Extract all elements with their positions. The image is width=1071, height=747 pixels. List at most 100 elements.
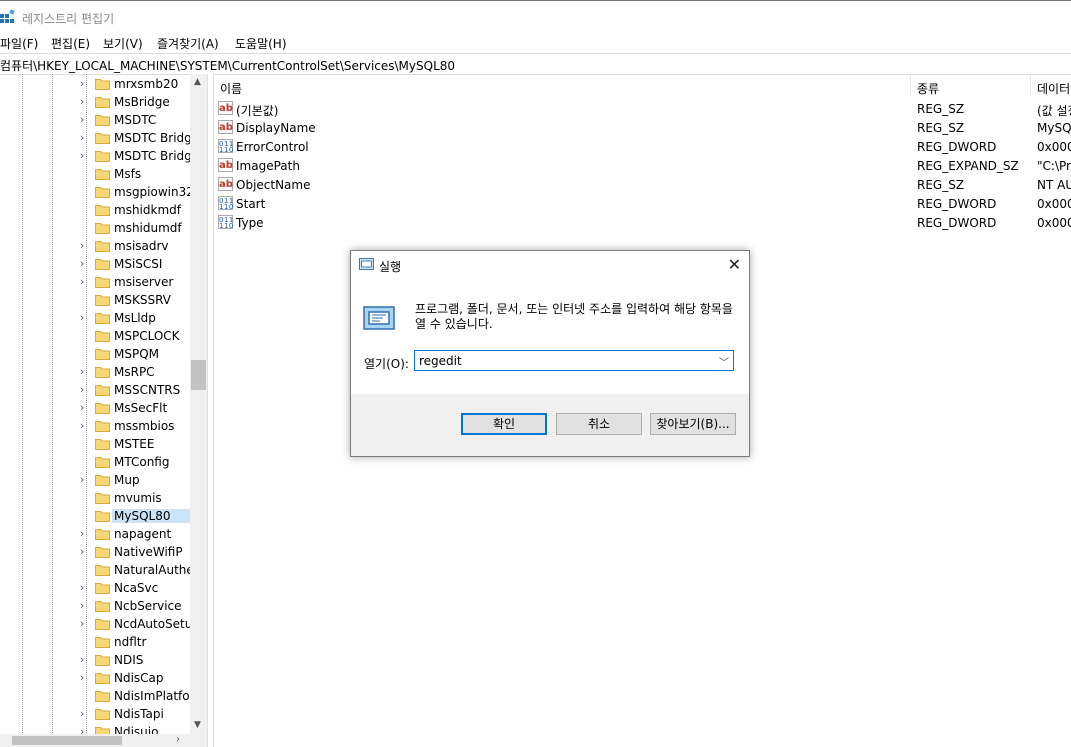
cancel-button[interactable]: 취소 xyxy=(556,413,642,435)
tree-item[interactable]: › NcaSvc xyxy=(0,580,190,598)
tree-item-label: NDIS xyxy=(114,653,144,667)
expand-chevron-icon[interactable]: › xyxy=(80,599,84,612)
scroll-thumb[interactable] xyxy=(191,360,206,390)
tree-item-label: mssmbios xyxy=(114,419,175,433)
column-header-data[interactable]: 데이터 xyxy=(1037,80,1070,97)
expand-chevron-icon[interactable]: › xyxy=(80,149,84,162)
tree-item[interactable]: NdisImPlatform xyxy=(0,688,190,706)
scroll-down-icon[interactable]: ▼ xyxy=(194,720,201,730)
tree-item[interactable]: › NdisCap xyxy=(0,670,190,688)
tree-item[interactable]: › MSiSCSI xyxy=(0,256,190,274)
tree-item[interactable]: msgpiowin32 xyxy=(0,184,190,202)
run-large-icon xyxy=(363,306,395,330)
expand-chevron-icon[interactable]: › xyxy=(80,419,84,432)
tree-item[interactable]: MySQL80 xyxy=(0,508,192,526)
tree-vertical-scrollbar[interactable]: ▲ ▼ xyxy=(190,74,207,734)
tree-item[interactable]: › MsLldp xyxy=(0,310,190,328)
tree-item[interactable]: Msfs xyxy=(0,166,190,184)
menu-edit[interactable]: 편집(E) xyxy=(51,35,90,52)
tree-item[interactable]: MSPQM xyxy=(0,346,190,364)
tree-item[interactable]: › Mup xyxy=(0,472,190,490)
tree-item[interactable]: › msiserver xyxy=(0,274,190,292)
tree-item[interactable]: MSPCLOCK xyxy=(0,328,190,346)
open-input[interactable]: regedit xyxy=(419,354,462,368)
value-row[interactable]: ab(기본값) REG_SZ (값 설정 안 됨) xyxy=(213,100,1071,119)
tree-item[interactable]: › MsSecFlt xyxy=(0,400,190,418)
value-row[interactable]: abImagePath REG_EXPAND_SZ "C:\Program File… xyxy=(213,157,1071,176)
menu-favorites[interactable]: 즐겨찾기(A) xyxy=(157,35,219,52)
tree-item[interactable]: MSTEE xyxy=(0,436,190,454)
tree-item[interactable]: › MSDTC Bridge xyxy=(0,148,190,166)
tree-item[interactable]: › MSDTC xyxy=(0,112,190,130)
expand-chevron-icon[interactable]: › xyxy=(80,77,84,90)
expand-chevron-icon[interactable]: › xyxy=(80,581,84,594)
folder-icon xyxy=(95,475,110,486)
tree-item-label: NcdAutoSetup xyxy=(114,617,190,631)
column-header-type[interactable]: 종류 xyxy=(917,80,939,97)
ok-button[interactable]: 확인 xyxy=(461,413,547,435)
expand-chevron-icon[interactable]: › xyxy=(80,95,84,108)
value-row[interactable]: 011110Type REG_DWORD 0x00000010 (16) xyxy=(213,214,1071,233)
tree-item[interactable]: › NDIS xyxy=(0,652,190,670)
value-row[interactable]: 011110ErrorControl REG_DWORD 0x00000001 (1… xyxy=(213,138,1071,157)
open-combobox[interactable]: regedit ﹀ xyxy=(414,350,734,371)
tree-item[interactable]: MTConfig xyxy=(0,454,190,472)
menu-file[interactable]: 파일(F) xyxy=(0,35,38,52)
tree-horizontal-scrollbar[interactable]: › xyxy=(0,734,207,747)
tree-item[interactable]: › MSDTC Bridge xyxy=(0,130,190,148)
tree-item-label: MSSCNTRS xyxy=(114,383,181,397)
tree-item[interactable]: › MsRPC xyxy=(0,364,190,382)
expand-chevron-icon[interactable]: › xyxy=(80,617,84,630)
tree-item[interactable]: › napagent xyxy=(0,526,190,544)
expand-chevron-icon[interactable]: › xyxy=(80,653,84,666)
value-row[interactable]: abDisplayName REG_SZ MySQL80 xyxy=(213,119,1071,138)
expand-chevron-icon[interactable]: › xyxy=(80,239,84,252)
column-divider[interactable] xyxy=(910,74,911,96)
tree-item[interactable]: MSKSSRV xyxy=(0,292,190,310)
expand-chevron-icon[interactable]: › xyxy=(80,365,84,378)
expand-chevron-icon[interactable]: › xyxy=(80,275,84,288)
value-row[interactable]: abObjectName REG_SZ NT AUTHORITY\NetworkSe… xyxy=(213,176,1071,195)
column-header-name[interactable]: 이름 xyxy=(220,80,242,97)
tree-item[interactable]: › NdisTapi xyxy=(0,706,190,724)
scroll-up-icon[interactable]: ▲ xyxy=(194,77,201,87)
tree-item[interactable]: › MSSCNTRS xyxy=(0,382,190,400)
tree-item[interactable]: › mrxsmb20 xyxy=(0,76,190,94)
expand-chevron-icon[interactable]: › xyxy=(80,473,84,486)
scroll-thumb[interactable] xyxy=(12,736,122,745)
expand-chevron-icon[interactable]: › xyxy=(80,401,84,414)
tree-item[interactable]: › MsBridge xyxy=(0,94,190,112)
chevron-down-icon[interactable]: ﹀ xyxy=(719,354,729,369)
tree-item[interactable]: mshidkmdf xyxy=(0,202,190,220)
value-row[interactable]: 011110Start REG_DWORD 0x00000002 (2) xyxy=(213,195,1071,214)
expand-chevron-icon[interactable]: › xyxy=(80,311,84,324)
address-bar[interactable]: 컴퓨터\HKEY_LOCAL_MACHINE\SYSTEM\CurrentCon… xyxy=(0,53,1071,75)
scroll-right-icon[interactable]: › xyxy=(176,734,180,745)
tree-item[interactable]: ndfltr xyxy=(0,634,190,652)
expand-chevron-icon[interactable]: › xyxy=(80,113,84,126)
tree-item[interactable]: NaturalAuthentication xyxy=(0,562,190,580)
expand-chevron-icon[interactable]: › xyxy=(80,257,84,270)
menu-help[interactable]: 도움말(H) xyxy=(235,35,287,52)
tree-item[interactable]: › msisadrv xyxy=(0,238,190,256)
dialog-footer: 확인 취소 찾아보기(B)... xyxy=(351,394,749,456)
tree-item[interactable]: mshidumdf xyxy=(0,220,190,238)
tree-item[interactable]: mvumis xyxy=(0,490,190,508)
tree-item[interactable]: › NcdAutoSetup xyxy=(0,616,190,634)
menu-view[interactable]: 보기(V) xyxy=(103,35,143,52)
tree-item[interactable]: › mssmbios xyxy=(0,418,190,436)
address-path[interactable]: 컴퓨터\HKEY_LOCAL_MACHINE\SYSTEM\CurrentCon… xyxy=(0,57,455,74)
expand-chevron-icon[interactable]: › xyxy=(80,131,84,144)
folder-icon xyxy=(95,205,110,216)
expand-chevron-icon[interactable]: › xyxy=(80,383,84,396)
expand-chevron-icon[interactable]: › xyxy=(80,707,84,720)
expand-chevron-icon[interactable]: › xyxy=(80,545,84,558)
close-icon[interactable]: ✕ xyxy=(728,255,741,274)
tree-item[interactable]: › NativeWifiP xyxy=(0,544,190,562)
expand-chevron-icon[interactable]: › xyxy=(80,671,84,684)
folder-icon xyxy=(95,637,110,648)
browse-button[interactable]: 찾아보기(B)... xyxy=(650,413,736,435)
column-divider[interactable] xyxy=(1030,74,1031,96)
expand-chevron-icon[interactable]: › xyxy=(80,527,84,540)
tree-item[interactable]: › NcbService xyxy=(0,598,190,616)
